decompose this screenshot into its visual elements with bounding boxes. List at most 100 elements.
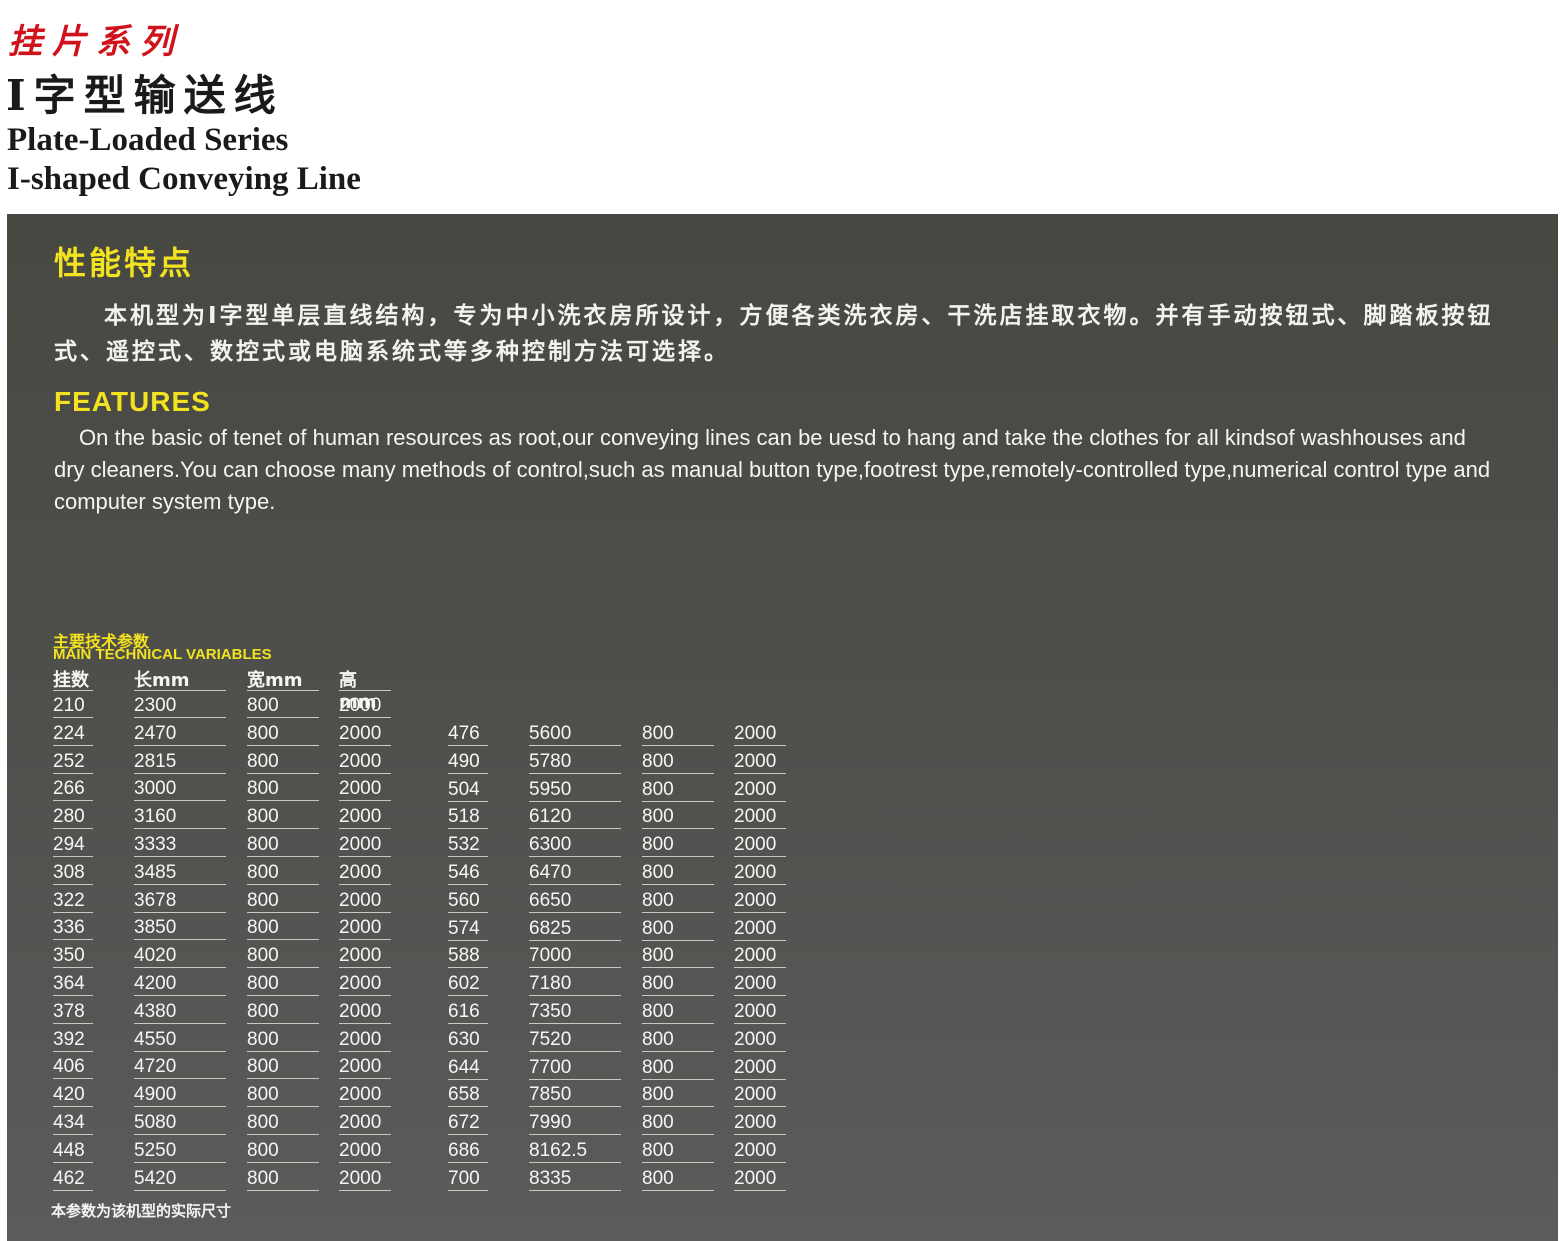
table-cell: 546: [448, 861, 480, 883]
row-divider: [53, 717, 93, 718]
row-divider: [529, 911, 621, 913]
table-cell: 2000: [339, 945, 382, 967]
table-cell: 800: [247, 1084, 279, 1106]
row-divider: [339, 939, 391, 941]
table-cell: 2000: [339, 1111, 382, 1133]
table-cell: 800: [642, 1028, 674, 1050]
row-divider: [642, 800, 714, 802]
table-cell: 800: [642, 750, 674, 772]
row-divider: [53, 994, 93, 996]
row-divider: [448, 995, 488, 997]
row-divider: [642, 995, 714, 997]
table-cell: 2000: [339, 1056, 382, 1078]
specs-table-header: 挂数 长mm 宽mm 高mm: [53, 666, 393, 713]
table-cell: 800: [247, 945, 279, 967]
row-divider: [642, 911, 714, 913]
table-cell: 602: [448, 973, 480, 995]
row-divider: [529, 1189, 621, 1191]
specs-heading-en: MAIN TECHNICAL VARIABLES: [53, 646, 272, 663]
row-divider: [134, 828, 226, 830]
row-divider: [642, 745, 714, 746]
table-cell: 2000: [339, 750, 382, 772]
row-divider: [53, 1078, 93, 1080]
row-divider: [448, 828, 488, 830]
table-cell: 2000: [339, 806, 382, 828]
table-cell: 322: [53, 889, 85, 911]
table-cell: 5950: [529, 778, 572, 800]
row-divider: [247, 1022, 319, 1024]
row-divider: [448, 883, 488, 885]
row-divider: [642, 1161, 714, 1163]
table-cell: 2000: [734, 1167, 777, 1189]
table-cell: 800: [642, 917, 674, 939]
row-divider: [53, 744, 93, 746]
table-cell: 7850: [529, 1084, 572, 1106]
table-cell: 294: [53, 833, 85, 855]
table-cell: 2000: [734, 834, 777, 856]
table-cell: 336: [53, 917, 85, 939]
table-cell: 2000: [339, 1000, 382, 1022]
table-cell: 2000: [339, 1084, 382, 1106]
row-divider: [339, 855, 391, 857]
table-cell: 2000: [734, 1056, 777, 1078]
table-cell: 2000: [339, 833, 382, 855]
row-divider: [134, 1106, 226, 1108]
table-cell: 800: [642, 806, 674, 828]
row-divider: [642, 1134, 714, 1136]
table-cell: 672: [448, 1112, 480, 1134]
table-cell: 2300: [134, 695, 177, 716]
table-cell: 588: [448, 945, 480, 967]
row-divider: [339, 800, 391, 802]
row-divider: [734, 772, 786, 774]
table-cell: 5420: [134, 1167, 177, 1189]
table-cell: 2000: [734, 1000, 777, 1022]
row-divider: [734, 1050, 786, 1052]
table-cell: 574: [448, 917, 480, 939]
row-divider: [642, 883, 714, 885]
table-cell: 2000: [339, 889, 382, 911]
table-cell: 800: [247, 833, 279, 855]
table-cell: 3333: [134, 833, 177, 855]
row-divider: [529, 1078, 621, 1080]
row-divider: [642, 1189, 714, 1191]
table-cell: 2000: [734, 750, 777, 772]
features-description: On the basic of tenet of human resources…: [54, 425, 1491, 514]
table-cell: 800: [642, 1167, 674, 1189]
table-cell: 4720: [134, 1056, 177, 1078]
row-divider: [734, 1022, 786, 1024]
table-cell: 800: [642, 945, 674, 967]
table-cell: 5780: [529, 750, 572, 772]
table-cell: 2000: [734, 723, 777, 744]
row-divider: [529, 1161, 621, 1163]
table-cell: 2000: [734, 1112, 777, 1134]
table-cell: 2000: [339, 1167, 382, 1189]
row-divider: [247, 1050, 319, 1052]
row-divider: [247, 939, 319, 941]
row-divider: [53, 1161, 93, 1163]
row-divider: [134, 772, 226, 774]
table-cell: 686: [448, 1139, 480, 1161]
table-cell: 800: [247, 722, 279, 744]
table-cell: 6825: [529, 917, 572, 939]
row-divider: [247, 967, 319, 969]
row-divider: [734, 856, 786, 858]
row-divider: [642, 967, 714, 969]
row-divider: [339, 1161, 391, 1163]
header-divider: [134, 690, 226, 691]
row-divider: [448, 745, 488, 746]
table-cell: 364: [53, 972, 85, 994]
table-cell: 800: [642, 889, 674, 911]
row-divider: [642, 1022, 714, 1024]
table-cell: 434: [53, 1111, 85, 1133]
table-cell: 3160: [134, 806, 177, 828]
table-cell: 7520: [529, 1028, 572, 1050]
row-divider: [448, 800, 488, 802]
row-divider: [53, 911, 93, 913]
table-cell: 476: [448, 723, 480, 744]
table-cell: 2000: [339, 778, 382, 800]
row-divider: [247, 1161, 319, 1163]
table-cell: 462: [53, 1167, 85, 1189]
table-cell: 3485: [134, 861, 177, 883]
row-divider: [53, 1133, 93, 1135]
row-divider: [339, 994, 391, 996]
